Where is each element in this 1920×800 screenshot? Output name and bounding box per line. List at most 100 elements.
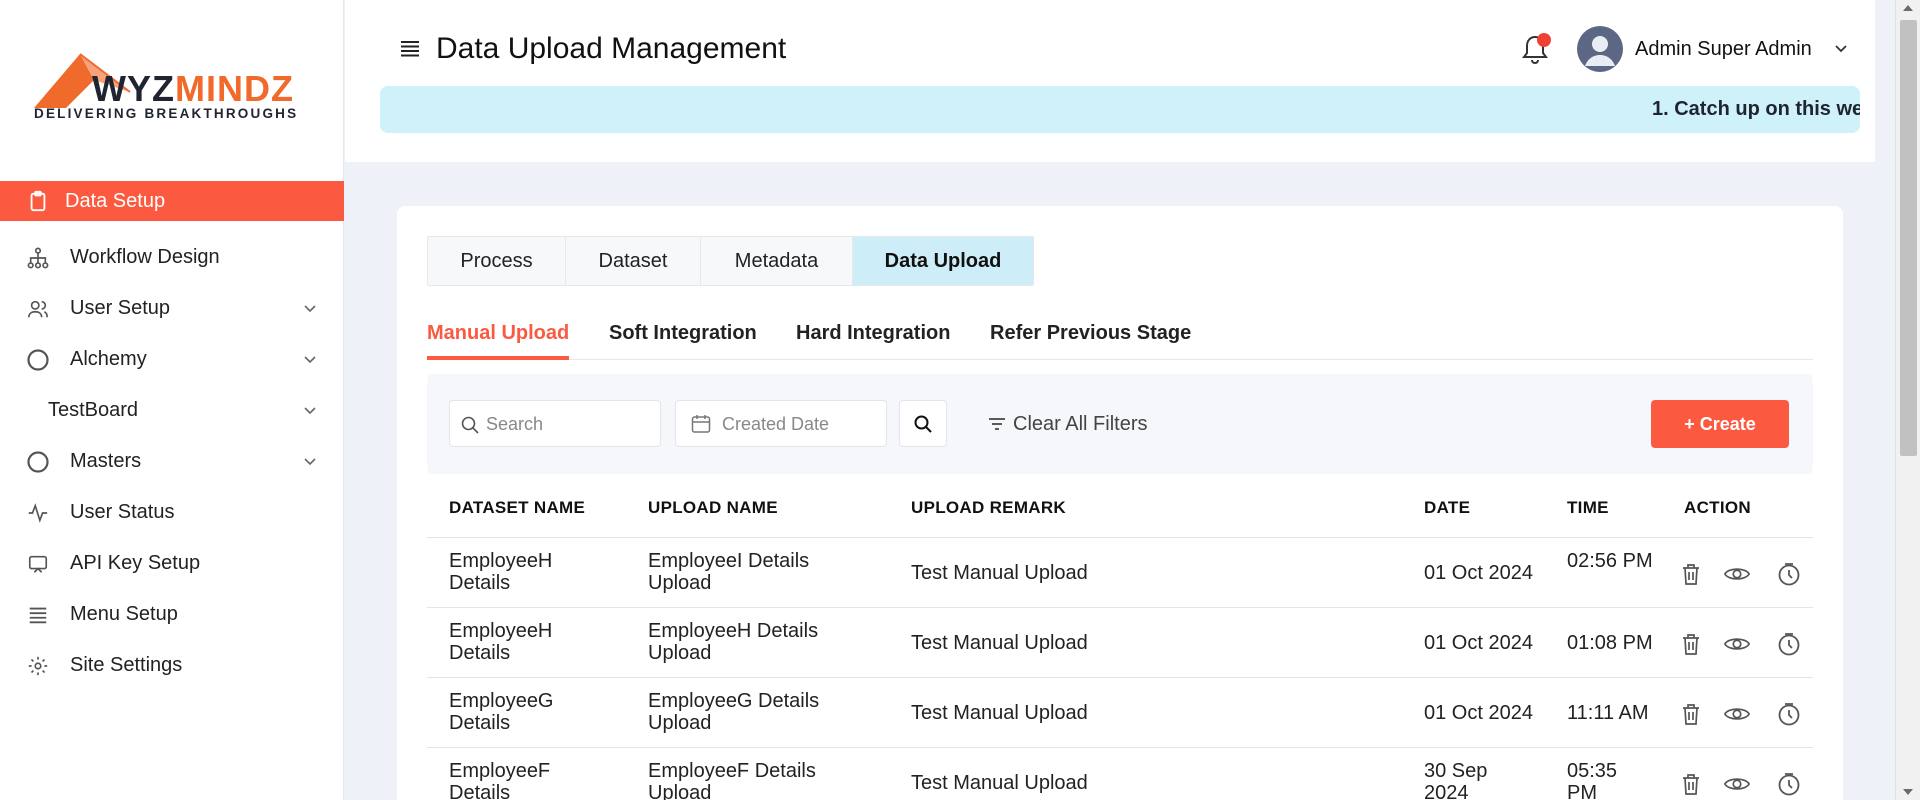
create-button[interactable]: + Create bbox=[1651, 400, 1789, 448]
created-date-field[interactable] bbox=[675, 400, 887, 447]
table-row: EmployeeG Details EmployeeG Details Uplo… bbox=[427, 678, 1813, 748]
sidebar-item-site-settings[interactable]: Site Settings bbox=[0, 640, 344, 691]
sidebar-item-label: Site Settings bbox=[70, 654, 183, 676]
column-header-action: ACTION bbox=[1684, 498, 1751, 517]
list-icon bbox=[26, 603, 50, 627]
chevron-down-icon bbox=[304, 304, 316, 312]
history-clock-icon bbox=[1778, 633, 1800, 656]
page-title: Data Upload Management bbox=[436, 32, 787, 65]
column-header-dataset-name[interactable]: DATASET NAME bbox=[449, 498, 585, 518]
subtab-refer-previous-stage[interactable]: Refer Previous Stage bbox=[990, 316, 1191, 360]
sidebar: WYZMINDZ DELIVERING BREAKTHROUGHS Data S… bbox=[0, 0, 344, 800]
sidebar-item-testboard[interactable]: TestBoard bbox=[0, 385, 344, 436]
view-button[interactable] bbox=[1723, 770, 1751, 798]
cell-time: 11:11 AM bbox=[1567, 702, 1649, 724]
trash-icon bbox=[1683, 774, 1699, 795]
circle-icon bbox=[26, 348, 50, 372]
search-button[interactable] bbox=[899, 400, 947, 447]
created-date-input[interactable] bbox=[722, 411, 882, 437]
sidebar-item-menu-setup[interactable]: Menu Setup bbox=[0, 589, 344, 640]
uploads-table: DATASET NAME UPLOAD NAME UPLOAD REMARK D… bbox=[427, 474, 1813, 800]
user-name[interactable]: Admin Super Admin bbox=[1635, 38, 1812, 61]
table-row: EmployeeH Details EmployeeI Details Uplo… bbox=[427, 538, 1813, 608]
scrollbar-thumb[interactable] bbox=[1900, 20, 1917, 456]
cell-date: 01 Oct 2024 bbox=[1424, 632, 1533, 654]
trash-icon bbox=[1683, 564, 1699, 585]
column-header-date[interactable]: DATE bbox=[1424, 498, 1470, 518]
sidebar-nav: Data Setup Workflow Design User Setup Al… bbox=[0, 181, 344, 691]
view-button[interactable] bbox=[1723, 560, 1751, 588]
clear-all-filters-button[interactable]: Clear All Filters bbox=[987, 412, 1147, 436]
cell-upload-name: EmployeeF Details Upload bbox=[648, 760, 816, 800]
cell-upload-remark: Test Manual Upload bbox=[911, 772, 1088, 794]
cell-date: 01 Oct 2024 bbox=[1424, 562, 1533, 584]
delete-button[interactable] bbox=[1677, 770, 1705, 798]
view-button[interactable] bbox=[1723, 630, 1751, 658]
sidebar-item-data-setup[interactable]: Data Setup bbox=[0, 181, 344, 221]
sidebar-item-workflow-design[interactable]: Workflow Design bbox=[0, 232, 344, 283]
tab-data-upload[interactable]: Data Upload bbox=[853, 237, 1033, 285]
row-actions bbox=[1677, 630, 1807, 658]
sidebar-item-alchemy[interactable]: Alchemy bbox=[0, 334, 344, 385]
delete-button[interactable] bbox=[1677, 560, 1705, 588]
history-button[interactable] bbox=[1775, 630, 1803, 658]
sidebar-item-user-status[interactable]: User Status bbox=[0, 487, 344, 538]
cell-upload-remark: Test Manual Upload bbox=[911, 702, 1088, 724]
column-header-upload-name[interactable]: UPLOAD NAME bbox=[648, 498, 778, 518]
cell-date: 01 Oct 2024 bbox=[1424, 702, 1533, 724]
company-logo[interactable]: WYZMINDZ DELIVERING BREAKTHROUGHS bbox=[32, 48, 312, 128]
chevron-down-icon bbox=[304, 406, 316, 414]
history-button[interactable] bbox=[1775, 560, 1803, 588]
search-icon bbox=[461, 416, 479, 434]
subtab-manual-upload[interactable]: Manual Upload bbox=[427, 316, 570, 360]
cell-dataset-name: EmployeeG Details bbox=[449, 690, 554, 734]
delete-button[interactable] bbox=[1677, 700, 1705, 728]
cell-dataset-name: EmployeeH Details bbox=[449, 550, 553, 594]
sidebar-item-label: Menu Setup bbox=[70, 603, 178, 625]
row-actions bbox=[1677, 770, 1807, 798]
upload-subtabs: Manual Upload Soft Integration Hard Inte… bbox=[427, 316, 1813, 360]
logo-wordmark: WYZMINDZ bbox=[92, 68, 294, 109]
sidebar-item-label: Masters bbox=[70, 450, 142, 472]
view-button[interactable] bbox=[1723, 700, 1751, 728]
hamburger-menu-icon[interactable] bbox=[400, 40, 420, 58]
sidebar-item-label: Data Setup bbox=[65, 189, 166, 212]
tab-metadata[interactable]: Metadata bbox=[701, 237, 853, 285]
column-header-upload-remark[interactable]: UPLOAD REMARK bbox=[911, 498, 1066, 518]
sidebar-item-label: Alchemy bbox=[70, 348, 147, 370]
page-scrollbar[interactable] bbox=[1895, 0, 1920, 800]
cell-time: 01:08 PM bbox=[1567, 632, 1653, 654]
sidebar-item-user-setup[interactable]: User Setup bbox=[0, 283, 344, 334]
history-clock-icon bbox=[1778, 703, 1800, 726]
cell-upload-name: EmployeeH Details Upload bbox=[648, 620, 819, 664]
search-field[interactable] bbox=[449, 400, 661, 447]
sidebar-item-api-key-setup[interactable]: API Key Setup bbox=[0, 538, 344, 589]
column-header-time[interactable]: TIME bbox=[1567, 498, 1609, 518]
table-row: EmployeeF Details EmployeeF Details Uplo… bbox=[427, 748, 1813, 800]
cell-upload-name: EmployeeG Details Upload bbox=[648, 690, 820, 734]
history-button[interactable] bbox=[1775, 700, 1803, 728]
chevron-down-icon[interactable] bbox=[1835, 45, 1847, 53]
activity-icon bbox=[26, 501, 50, 525]
scroll-down-arrow-icon[interactable] bbox=[1903, 789, 1913, 795]
sidebar-item-masters[interactable]: Masters bbox=[0, 436, 344, 487]
avatar[interactable] bbox=[1577, 26, 1623, 72]
subtab-soft-integration[interactable]: Soft Integration bbox=[609, 316, 757, 360]
workflow-icon bbox=[26, 246, 50, 270]
tab-process[interactable]: Process bbox=[428, 237, 566, 285]
subtab-hard-integration[interactable]: Hard Integration bbox=[796, 316, 950, 360]
search-input[interactable] bbox=[486, 411, 654, 437]
cell-upload-remark: Test Manual Upload bbox=[911, 632, 1088, 654]
circle-icon bbox=[26, 450, 50, 474]
logo-tagline: DELIVERING BREAKTHROUGHS bbox=[34, 106, 299, 121]
tab-dataset[interactable]: Dataset bbox=[566, 237, 701, 285]
delete-button[interactable] bbox=[1677, 630, 1705, 658]
users-icon bbox=[26, 297, 50, 321]
eye-icon bbox=[1723, 638, 1751, 650]
notification-badge bbox=[1537, 33, 1551, 47]
sidebar-item-label: User Setup bbox=[70, 297, 171, 319]
history-button[interactable] bbox=[1775, 770, 1803, 798]
calendar-icon bbox=[691, 415, 711, 433]
scroll-up-arrow-icon[interactable] bbox=[1903, 5, 1913, 11]
announcement-marquee: 1. Catch up on this week bbox=[380, 86, 1860, 133]
